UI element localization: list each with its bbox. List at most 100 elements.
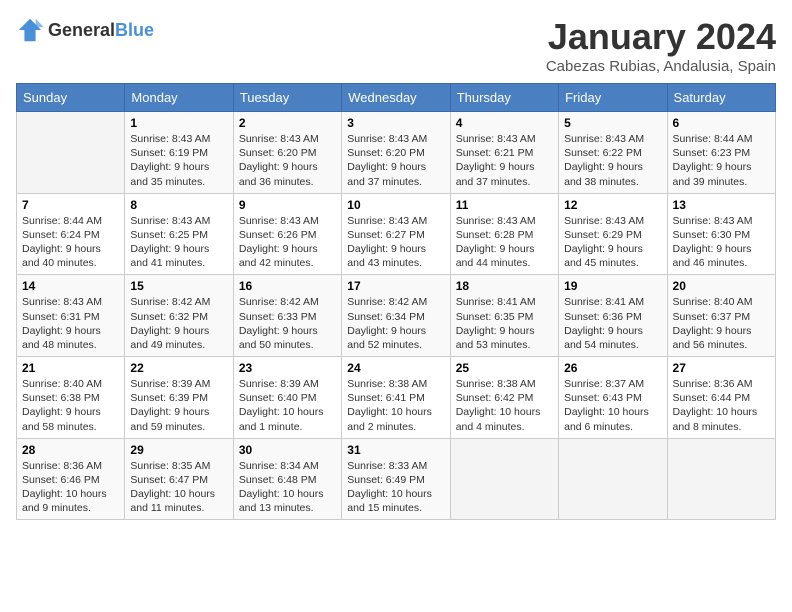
day-info: Sunrise: 8:43 AMSunset: 6:20 PMDaylight:… xyxy=(347,132,444,189)
day-info: Sunrise: 8:39 AMSunset: 6:39 PMDaylight:… xyxy=(130,377,227,434)
day-number: 18 xyxy=(456,279,553,293)
calendar-cell: 10Sunrise: 8:43 AMSunset: 6:27 PMDayligh… xyxy=(342,193,450,275)
day-number: 2 xyxy=(239,116,336,130)
calendar-header-row: SundayMondayTuesdayWednesdayThursdayFrid… xyxy=(17,84,776,112)
location-text: Cabezas Rubias, Andalusia, Spain xyxy=(546,58,776,75)
day-number: 8 xyxy=(130,198,227,212)
calendar-cell: 9 Sunrise: 8:43 AMSunset: 6:26 PMDaylight… xyxy=(233,193,341,275)
day-number: 16 xyxy=(239,279,336,293)
day-info: Sunrise: 8:43 AMSunset: 6:21 PMDaylight:… xyxy=(456,132,553,189)
calendar-week-1: 1 Sunrise: 8:43 AMSunset: 6:19 PMDaylight… xyxy=(17,112,776,194)
day-number: 23 xyxy=(239,361,336,375)
calendar-cell: 22 Sunrise: 8:39 AMSunset: 6:39 PMDayligh… xyxy=(125,357,233,439)
header-thursday: Thursday xyxy=(450,84,558,112)
day-number: 24 xyxy=(347,361,444,375)
day-info: Sunrise: 8:34 AMSunset: 6:48 PMDaylight:… xyxy=(239,459,336,516)
day-info: Sunrise: 8:36 AMSunset: 6:44 PMDaylight:… xyxy=(673,377,770,434)
calendar-table: SundayMondayTuesdayWednesdayThursdayFrid… xyxy=(16,83,776,520)
calendar-cell: 4Sunrise: 8:43 AMSunset: 6:21 PMDaylight… xyxy=(450,112,558,194)
day-number: 9 xyxy=(239,198,336,212)
calendar-cell: 15Sunrise: 8:42 AMSunset: 6:32 PMDayligh… xyxy=(125,275,233,357)
calendar-cell: 24 Sunrise: 8:38 AMSunset: 6:41 PMDayligh… xyxy=(342,357,450,439)
calendar-cell: 23 Sunrise: 8:39 AMSunset: 6:40 PMDayligh… xyxy=(233,357,341,439)
calendar-cell: 26 Sunrise: 8:37 AMSunset: 6:43 PMDayligh… xyxy=(559,357,667,439)
day-info: Sunrise: 8:38 AMSunset: 6:41 PMDaylight:… xyxy=(347,377,444,434)
header-saturday: Saturday xyxy=(667,84,775,112)
day-number: 1 xyxy=(130,116,227,130)
header-wednesday: Wednesday xyxy=(342,84,450,112)
calendar-cell: 30 Sunrise: 8:34 AMSunset: 6:48 PMDayligh… xyxy=(233,438,341,520)
day-info: Sunrise: 8:42 AMSunset: 6:32 PMDaylight:… xyxy=(130,295,227,352)
day-info: Sunrise: 8:43 AMSunset: 6:20 PMDaylight:… xyxy=(239,132,336,189)
day-info: Sunrise: 8:44 AMSunset: 6:24 PMDaylight:… xyxy=(22,214,119,271)
calendar-cell: 29Sunrise: 8:35 AMSunset: 6:47 PMDayligh… xyxy=(125,438,233,520)
logo-blue-text: Blue xyxy=(115,20,154,40)
day-info: Sunrise: 8:36 AMSunset: 6:46 PMDaylight:… xyxy=(22,459,119,516)
header-tuesday: Tuesday xyxy=(233,84,341,112)
day-info: Sunrise: 8:37 AMSunset: 6:43 PMDaylight:… xyxy=(564,377,661,434)
day-info: Sunrise: 8:44 AMSunset: 6:23 PMDaylight:… xyxy=(673,132,770,189)
title-area: January 2024 Cabezas Rubias, Andalusia, … xyxy=(546,16,776,75)
day-number: 17 xyxy=(347,279,444,293)
day-info: Sunrise: 8:43 AMSunset: 6:29 PMDaylight:… xyxy=(564,214,661,271)
calendar-cell: 17 Sunrise: 8:42 AMSunset: 6:34 PMDayligh… xyxy=(342,275,450,357)
day-number: 5 xyxy=(564,116,661,130)
calendar-cell: 13 Sunrise: 8:43 AMSunset: 6:30 PMDayligh… xyxy=(667,193,775,275)
calendar-cell: 11 Sunrise: 8:43 AMSunset: 6:28 PMDayligh… xyxy=(450,193,558,275)
calendar-cell: 1 Sunrise: 8:43 AMSunset: 6:19 PMDaylight… xyxy=(125,112,233,194)
day-info: Sunrise: 8:43 AMSunset: 6:28 PMDaylight:… xyxy=(456,214,553,271)
page-header: GeneralBlue January 2024 Cabezas Rubias,… xyxy=(16,16,776,75)
calendar-week-3: 14Sunrise: 8:43 AMSunset: 6:31 PMDayligh… xyxy=(17,275,776,357)
day-number: 11 xyxy=(456,198,553,212)
day-number: 28 xyxy=(22,443,119,457)
header-friday: Friday xyxy=(559,84,667,112)
calendar-week-4: 21 Sunrise: 8:40 AMSunset: 6:38 PMDayligh… xyxy=(17,357,776,439)
day-info: Sunrise: 8:42 AMSunset: 6:34 PMDaylight:… xyxy=(347,295,444,352)
day-info: Sunrise: 8:43 AMSunset: 6:26 PMDaylight:… xyxy=(239,214,336,271)
day-number: 3 xyxy=(347,116,444,130)
calendar-cell xyxy=(559,438,667,520)
logo: GeneralBlue xyxy=(16,16,154,44)
calendar-cell: 14Sunrise: 8:43 AMSunset: 6:31 PMDayligh… xyxy=(17,275,125,357)
day-info: Sunrise: 8:39 AMSunset: 6:40 PMDaylight:… xyxy=(239,377,336,434)
calendar-cell: 18 Sunrise: 8:41 AMSunset: 6:35 PMDayligh… xyxy=(450,275,558,357)
day-number: 12 xyxy=(564,198,661,212)
calendar-cell: 12 Sunrise: 8:43 AMSunset: 6:29 PMDayligh… xyxy=(559,193,667,275)
day-number: 22 xyxy=(130,361,227,375)
day-info: Sunrise: 8:43 AMSunset: 6:25 PMDaylight:… xyxy=(130,214,227,271)
calendar-cell xyxy=(17,112,125,194)
day-number: 30 xyxy=(239,443,336,457)
day-number: 6 xyxy=(673,116,770,130)
calendar-cell xyxy=(667,438,775,520)
calendar-cell: 8 Sunrise: 8:43 AMSunset: 6:25 PMDaylight… xyxy=(125,193,233,275)
calendar-cell: 5 Sunrise: 8:43 AMSunset: 6:22 PMDaylight… xyxy=(559,112,667,194)
logo-general-text: General xyxy=(48,20,115,40)
day-info: Sunrise: 8:41 AMSunset: 6:36 PMDaylight:… xyxy=(564,295,661,352)
calendar-cell: 28 Sunrise: 8:36 AMSunset: 6:46 PMDayligh… xyxy=(17,438,125,520)
day-number: 20 xyxy=(673,279,770,293)
day-info: Sunrise: 8:42 AMSunset: 6:33 PMDaylight:… xyxy=(239,295,336,352)
day-number: 19 xyxy=(564,279,661,293)
day-info: Sunrise: 8:40 AMSunset: 6:38 PMDaylight:… xyxy=(22,377,119,434)
calendar-cell: 16 Sunrise: 8:42 AMSunset: 6:33 PMDayligh… xyxy=(233,275,341,357)
header-monday: Monday xyxy=(125,84,233,112)
day-info: Sunrise: 8:43 AMSunset: 6:30 PMDaylight:… xyxy=(673,214,770,271)
header-sunday: Sunday xyxy=(17,84,125,112)
day-number: 10 xyxy=(347,198,444,212)
calendar-cell: 31Sunrise: 8:33 AMSunset: 6:49 PMDayligh… xyxy=(342,438,450,520)
day-number: 21 xyxy=(22,361,119,375)
calendar-cell: 3 Sunrise: 8:43 AMSunset: 6:20 PMDaylight… xyxy=(342,112,450,194)
calendar-week-5: 28 Sunrise: 8:36 AMSunset: 6:46 PMDayligh… xyxy=(17,438,776,520)
day-number: 13 xyxy=(673,198,770,212)
month-title: January 2024 xyxy=(546,16,776,58)
day-number: 25 xyxy=(456,361,553,375)
day-info: Sunrise: 8:38 AMSunset: 6:42 PMDaylight:… xyxy=(456,377,553,434)
day-number: 27 xyxy=(673,361,770,375)
day-info: Sunrise: 8:43 AMSunset: 6:19 PMDaylight:… xyxy=(130,132,227,189)
day-info: Sunrise: 8:35 AMSunset: 6:47 PMDaylight:… xyxy=(130,459,227,516)
calendar-cell: 7Sunrise: 8:44 AMSunset: 6:24 PMDaylight… xyxy=(17,193,125,275)
day-number: 31 xyxy=(347,443,444,457)
day-number: 26 xyxy=(564,361,661,375)
day-info: Sunrise: 8:43 AMSunset: 6:22 PMDaylight:… xyxy=(564,132,661,189)
day-info: Sunrise: 8:41 AMSunset: 6:35 PMDaylight:… xyxy=(456,295,553,352)
